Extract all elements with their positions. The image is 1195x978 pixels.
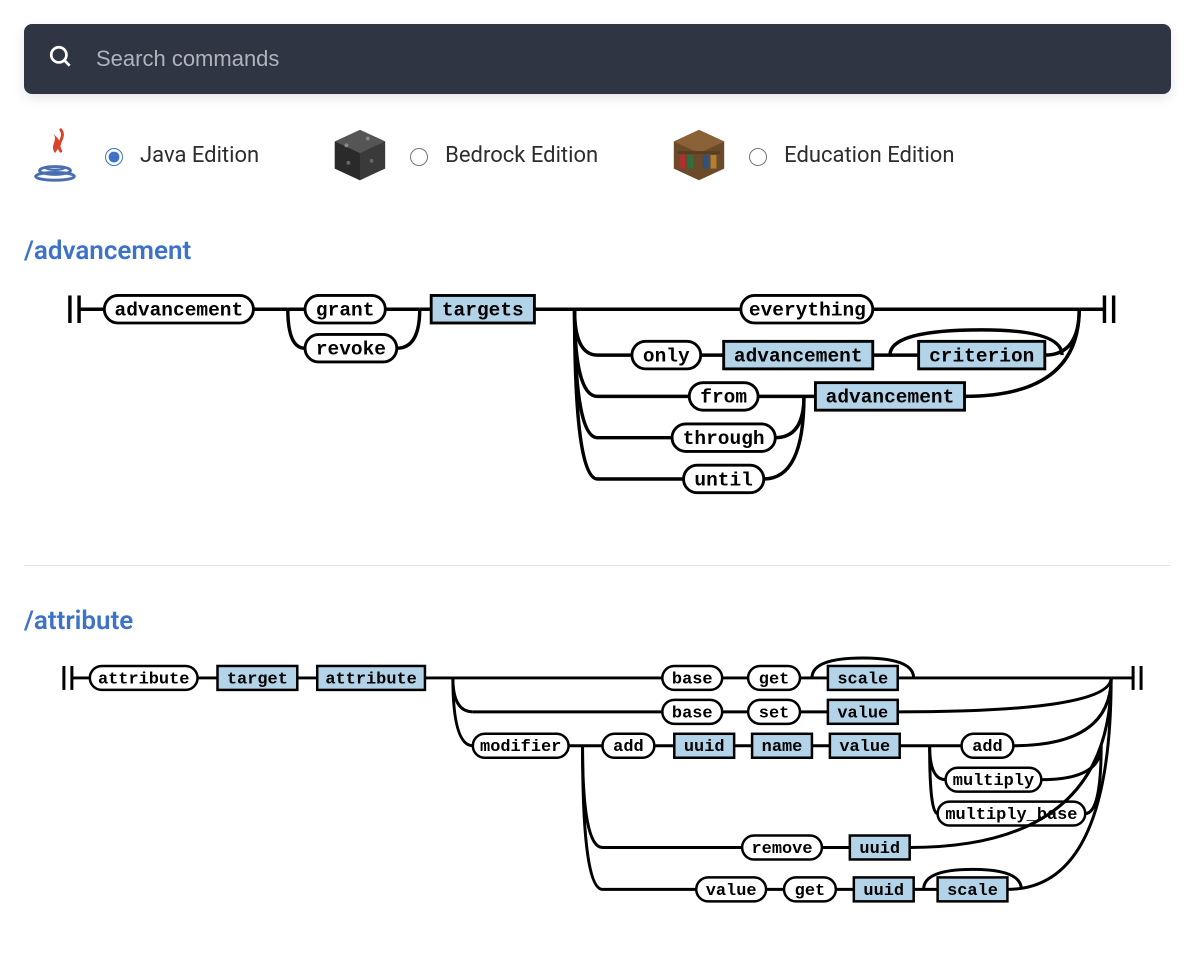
node-base2: base [672,704,713,723]
bedrock-icon [329,124,391,186]
edition-education[interactable]: Education Edition [668,124,954,186]
search-icon [48,44,74,74]
node-value2: value [839,738,890,757]
advancement-diagram: advancement grant revoke targets everyth… [24,284,1171,525]
node-modifier: modifier [480,738,561,757]
node-value1: value [837,704,888,723]
node-until: until [694,469,752,491]
node-attribute-root: attribute [98,670,189,689]
java-icon [24,124,86,186]
node-remove: remove [752,840,813,859]
edition-java[interactable]: Java Edition [24,124,259,186]
command-attribute: /attribute attribute target attribute ba… [24,606,1171,933]
edition-bedrock[interactable]: Bedrock Edition [329,124,598,186]
search-input[interactable] [94,45,1147,73]
edition-java-label: Java Edition [140,143,259,168]
command-advancement-title[interactable]: /advancement [24,236,1171,266]
node-through: through [683,428,765,450]
node-attribute-arg: attribute [325,670,416,689]
node-from-advancement: advancement [826,387,955,409]
command-attribute-title[interactable]: /attribute [24,606,1171,636]
node-target: target [227,670,288,689]
node-uuid1: uuid [684,738,725,757]
search-bar[interactable] [24,24,1171,94]
node-only-advancement: advancement [734,345,863,367]
node-targets: targets [442,300,524,322]
edition-selector: Java Edition Bedrock Edition [24,124,1171,186]
node-from: from [700,387,747,409]
edition-java-radio[interactable] [105,148,123,166]
section-divider [24,565,1171,566]
node-uuid3: uuid [863,882,904,901]
node-set: set [759,704,790,723]
edition-education-radio[interactable] [749,148,767,166]
node-only: only [643,345,690,367]
node-scale2: scale [947,882,998,901]
node-get2: get [795,882,826,901]
node-add1: add [613,738,644,757]
edition-bedrock-radio[interactable] [410,148,428,166]
node-grant: grant [316,300,374,322]
education-icon [668,124,730,186]
node-scale1: scale [837,670,888,689]
node-name: name [762,738,803,757]
node-criterion: criterion [929,345,1034,367]
node-uuid2: uuid [859,840,900,859]
edition-bedrock-label: Bedrock Edition [445,143,598,168]
attribute-diagram: attribute target attribute base get scal… [24,654,1171,933]
node-revoke: revoke [316,339,386,361]
node-advancement: advancement [115,300,244,322]
node-add2: add [972,738,1003,757]
edition-education-label: Education Edition [784,143,954,168]
node-value-lit: value [706,882,757,901]
node-multiply: multiply [953,772,1034,791]
node-base1: base [672,670,713,689]
node-get1: get [759,670,790,689]
command-advancement: /advancement advancement grant revoke ta… [24,236,1171,525]
node-everything: everything [749,300,866,322]
